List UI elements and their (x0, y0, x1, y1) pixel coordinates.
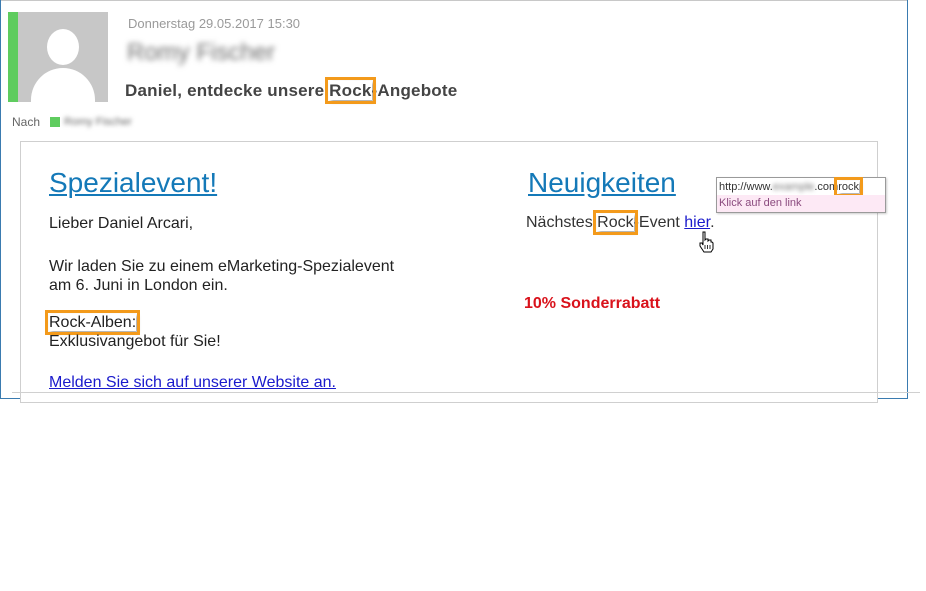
invitation-line-1: Wir laden Sie zu einem eMarketing-Spezia… (49, 258, 395, 275)
next-event-keyword-highlight: Rock (593, 210, 638, 235)
avatar-body-icon (31, 68, 95, 102)
recipient-row: Nach Romy Fischer (12, 115, 132, 129)
tooltip-hint: Klick auf den link (717, 195, 885, 212)
tooltip-url-keyword-highlight: rock (834, 177, 863, 197)
email-date: Donnerstag 29.05.2017 15:30 (128, 16, 301, 31)
greeting: Lieber Daniel Arcari, (49, 215, 194, 232)
rock-albums-highlight: Rock-Alben: (44, 310, 141, 335)
avatar-head-icon (47, 29, 79, 65)
next-event-before: Nächstes (526, 214, 598, 231)
avatar (18, 12, 108, 102)
window-top-border (1, 0, 907, 1)
next-event-end: . (710, 214, 715, 231)
subject-text-before: Daniel, entdecke unsere (125, 81, 330, 100)
footer-divider (12, 392, 920, 393)
link-tooltip: http://www.example.comrock Klick auf den… (716, 177, 886, 213)
news-title[interactable]: Neuigkeiten (528, 167, 676, 199)
invitation-line-2: am 6. Juni in London ein. (49, 277, 228, 294)
tooltip-url: http://www.example.comrock (719, 177, 863, 197)
email-subject: Daniel, entdecke unsere Rock-Angebote (125, 77, 458, 104)
discount-text: 10% Sonderrabatt (524, 295, 661, 312)
subject-text-after: -Angebote (371, 81, 458, 100)
tooltip-url-suffix: .com (814, 181, 839, 193)
sender-name: Romy Fischer (127, 39, 276, 66)
sender-accent-bar (8, 12, 18, 102)
invitation-text: Wir laden Sie zu einem eMarketing-Spezia… (49, 257, 394, 295)
recipient-name[interactable]: Romy Fischer (64, 116, 132, 128)
hand-pointer-cursor-icon (699, 231, 714, 253)
recipient-status-icon (50, 117, 61, 127)
tooltip-url-prefix: http://www. (719, 181, 773, 193)
rock-albums-label: Rock-Alben: (44, 310, 141, 335)
tooltip-url-domain: example (772, 181, 815, 193)
here-link[interactable]: hier (684, 214, 710, 231)
special-event-title[interactable]: Spezialevent! (49, 167, 217, 199)
to-label: Nach (12, 115, 41, 129)
exclusive-offer: Exklusivangebot für Sie! (49, 333, 221, 350)
next-event-after: -Event (633, 214, 685, 231)
subject-keyword-highlight: Rock (325, 77, 376, 104)
signup-link[interactable]: Melden Sie sich auf unserer Website an. (49, 374, 336, 392)
next-event-text: Nächstes Rock-Event hier. (526, 210, 715, 235)
